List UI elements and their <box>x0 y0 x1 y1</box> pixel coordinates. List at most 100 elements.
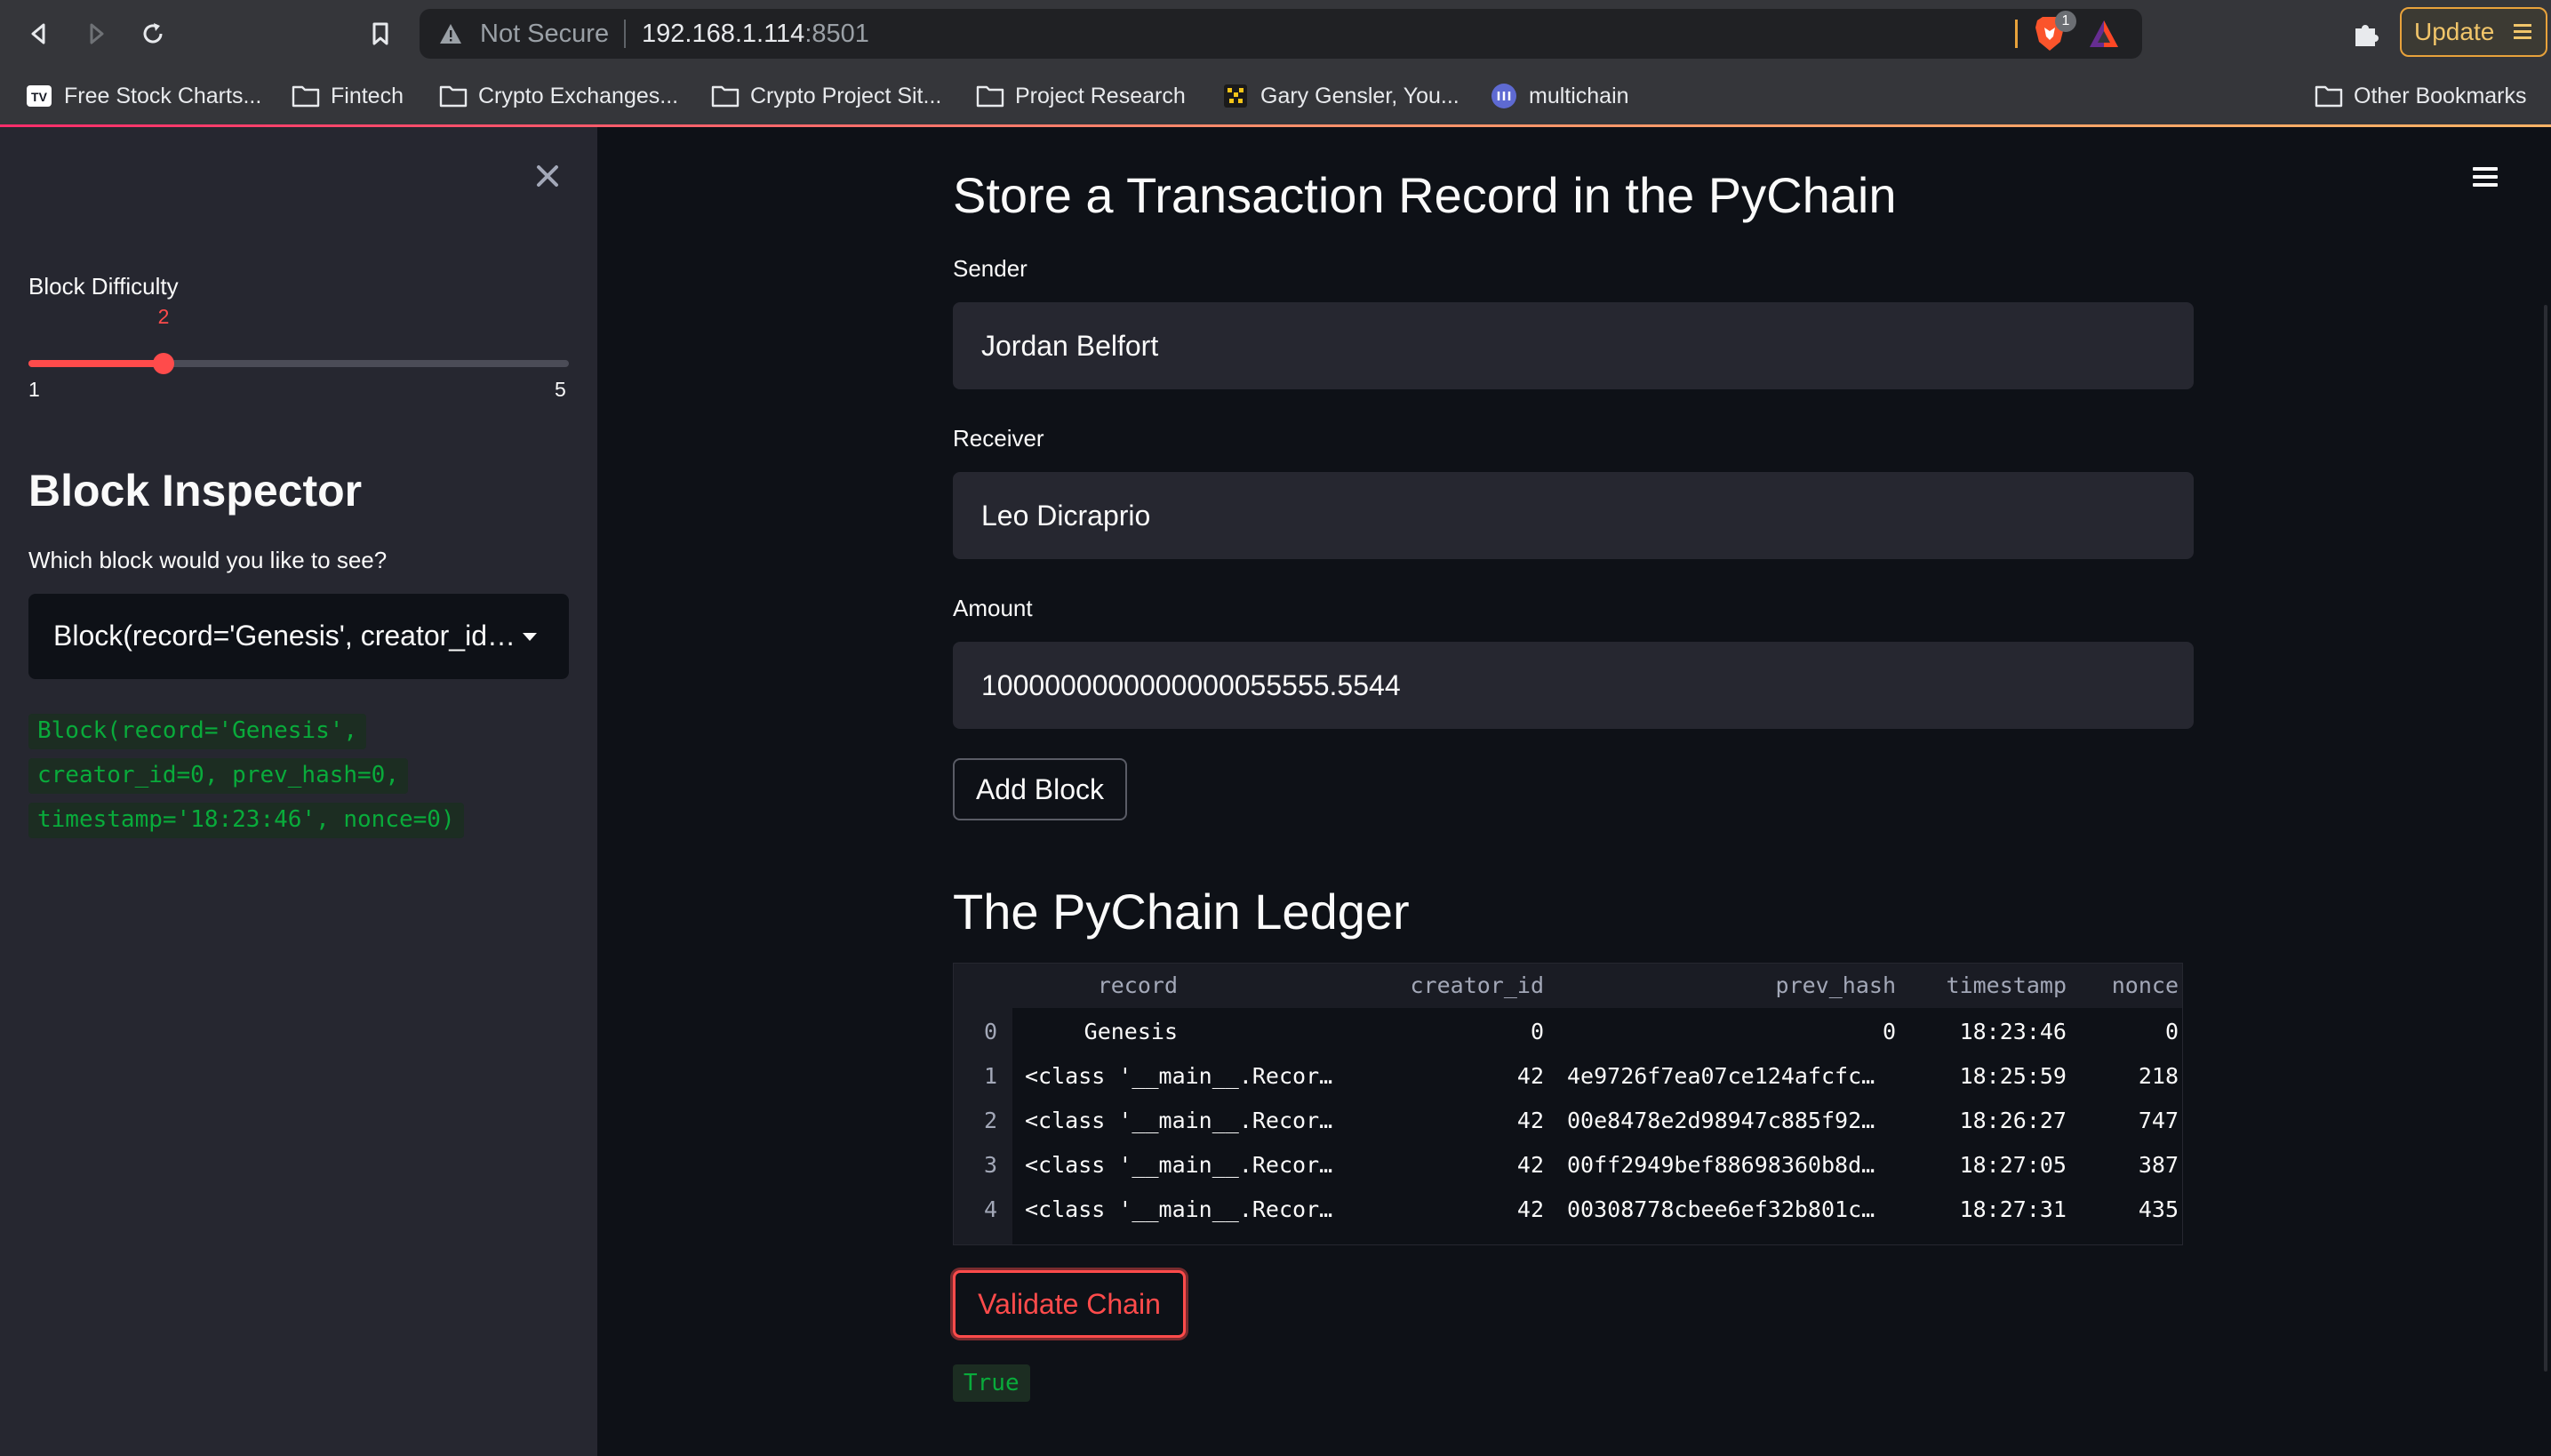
block-select-label: Which block would you like to see? <box>28 547 388 573</box>
table-row-index: 4 <box>984 1196 998 1222</box>
table-cell-nonce: 435 <box>2138 1196 2179 1222</box>
main-content: Store a Transaction Record in the PyChai… <box>597 127 2551 1456</box>
address-bar[interactable]: Not Secure 192.168.1.114:8501 1 <box>420 9 2142 59</box>
table-cell-nonce: 387 <box>2138 1152 2179 1178</box>
menu-icon <box>2514 20 2533 44</box>
url-port: :8501 <box>804 20 869 48</box>
column-header-timestamp[interactable]: timestamp <box>1947 972 2067 998</box>
folder-icon <box>976 85 1004 108</box>
table-cell-record: <class '__main__.Recor… <box>1025 1108 1333 1133</box>
omnibox-divider <box>2015 20 2018 48</box>
bookmark-fintech[interactable]: Fintech <box>292 76 404 116</box>
bookmark-multichain[interactable]: multichain <box>1490 76 1629 116</box>
folder-icon <box>439 85 468 108</box>
table-cell-creator-id: 42 <box>1516 1152 1544 1178</box>
url-text[interactable]: 192.168.1.114:8501 <box>642 20 869 49</box>
shields-count-badge: 1 <box>2055 11 2076 32</box>
table-cell-nonce: 218 <box>2138 1063 2179 1089</box>
receiver-input[interactable]: Leo Dicraprio <box>953 472 2194 559</box>
amount-input[interactable]: 1000000000000000055555.5544 <box>953 642 2194 729</box>
forward-icon <box>90 23 104 44</box>
browser-toolbar: Not Secure 192.168.1.114:8501 1 Update <box>0 0 2551 68</box>
slider-fill <box>28 360 164 367</box>
security-label[interactable]: Not Secure <box>480 20 609 49</box>
table-row-index: 0 <box>984 1019 998 1044</box>
block-inspector-title: Block Inspector <box>28 466 363 516</box>
table-row-index: 2 <box>984 1108 998 1133</box>
chevron-down-icon <box>523 633 537 641</box>
ledger-index-column <box>954 964 1012 1244</box>
sender-label: Sender <box>953 255 1028 282</box>
block-code-line: Block(record='Genesis', <box>28 714 367 749</box>
ledger-table[interactable]: record creator_id prev_hash timestamp no… <box>953 963 2183 1245</box>
bookmark-label: Other Bookmarks <box>2354 83 2527 108</box>
validation-result: True <box>953 1364 1030 1402</box>
table-cell-record: <class '__main__.Recor… <box>1025 1152 1333 1178</box>
receiver-label: Receiver <box>953 425 1044 452</box>
tradingview-icon: TV <box>27 85 52 107</box>
update-button[interactable]: Update <box>2400 7 2547 57</box>
slider-thumb[interactable] <box>153 353 174 374</box>
add-block-button[interactable]: Add Block <box>953 758 1127 820</box>
reload-button[interactable] <box>135 16 171 52</box>
table-cell-timestamp: 18:27:31 <box>1959 1196 2067 1222</box>
sender-input[interactable]: Jordan Belfort <box>953 302 2194 389</box>
forward-button[interactable] <box>78 16 114 52</box>
validate-chain-button[interactable]: Validate Chain <box>953 1270 1186 1338</box>
omnibox-separator <box>624 20 626 48</box>
bookmark-button[interactable] <box>363 16 398 52</box>
table-cell-record: <class '__main__.Recor… <box>1025 1063 1333 1089</box>
bookmark-label: Fintech <box>331 83 404 108</box>
close-sidebar-icon[interactable] <box>530 158 565 194</box>
multichain-icon <box>1491 84 1516 108</box>
browser-chrome: Not Secure 192.168.1.114:8501 1 Update T… <box>0 0 2551 127</box>
table-cell-record: <class '__main__.Recor… <box>1025 1196 1333 1222</box>
column-header-prev-hash[interactable]: prev_hash <box>1776 972 1896 998</box>
slider-value: 2 <box>157 305 170 328</box>
column-header-nonce[interactable]: nonce <box>2112 972 2179 998</box>
brave-rewards-icon[interactable] <box>2087 18 2121 50</box>
reload-icon <box>143 23 163 44</box>
back-button[interactable] <box>21 16 57 52</box>
folder-icon <box>292 85 320 108</box>
bookmark-icon <box>372 22 388 45</box>
table-cell-creator-id: 42 <box>1516 1108 1544 1133</box>
table-cell-creator-id: 0 <box>1530 1019 1544 1044</box>
table-row-index: 3 <box>984 1152 998 1178</box>
bookmark-gary-gensler[interactable]: Gary Gensler, You... <box>1221 76 1459 116</box>
table-cell-timestamp: 18:27:05 <box>1959 1152 2067 1178</box>
extensions-icon[interactable] <box>2348 16 2384 52</box>
page-title: Store a Transaction Record in the PyChai… <box>953 167 1897 223</box>
block-select[interactable]: Block(record='Genesis', creator_id=0, pr… <box>28 594 569 679</box>
table-cell-nonce: 747 <box>2138 1108 2179 1133</box>
ledger-title: The PyChain Ledger <box>953 884 1410 940</box>
folder-icon <box>2315 85 2343 108</box>
column-header-creator-id[interactable]: creator_id <box>1410 972 1544 998</box>
table-cell-prev-hash: 4e9726f7ea07ce124afcfc… <box>1567 1063 1875 1089</box>
scrollbar[interactable] <box>2544 305 2547 1372</box>
table-cell-prev-hash: 0 <box>1882 1019 1896 1044</box>
bookmarks-bar: TV Free Stock Charts... Fintech Crypto E… <box>0 69 2551 124</box>
site-icon <box>1224 84 1247 108</box>
app-menu-icon[interactable] <box>2473 163 2503 189</box>
table-cell-creator-id: 42 <box>1516 1196 1544 1222</box>
bookmark-other-bookmarks[interactable]: Other Bookmarks <box>2315 76 2527 116</box>
bookmark-free-stock-charts[interactable]: TV Free Stock Charts... <box>25 76 261 116</box>
column-header-record[interactable]: record <box>1098 972 1178 998</box>
back-icon <box>31 23 45 44</box>
bookmark-crypto-exchanges[interactable]: Crypto Exchanges... <box>439 76 678 116</box>
difficulty-slider[interactable] <box>28 346 569 381</box>
folder-icon <box>711 85 740 108</box>
update-label: Update <box>2414 18 2495 45</box>
table-cell-timestamp: 18:26:27 <box>1959 1108 2067 1133</box>
table-cell-timestamp: 18:23:46 <box>1959 1019 2067 1044</box>
warning-icon <box>440 24 461 44</box>
bookmark-label: multichain <box>1529 83 1629 108</box>
table-row-index: 1 <box>984 1063 998 1089</box>
block-code-line: timestamp='18:23:46', nonce=0) <box>28 803 464 838</box>
block-code-output: Block(record='Genesis', creator_id=0, pr… <box>28 708 562 842</box>
bookmark-project-research[interactable]: Project Research <box>976 76 1186 116</box>
slider-min-label: 1 <box>28 378 40 401</box>
bookmark-crypto-project-sites[interactable]: Crypto Project Sit... <box>711 76 941 116</box>
table-cell-record: Genesis <box>1084 1019 1178 1044</box>
